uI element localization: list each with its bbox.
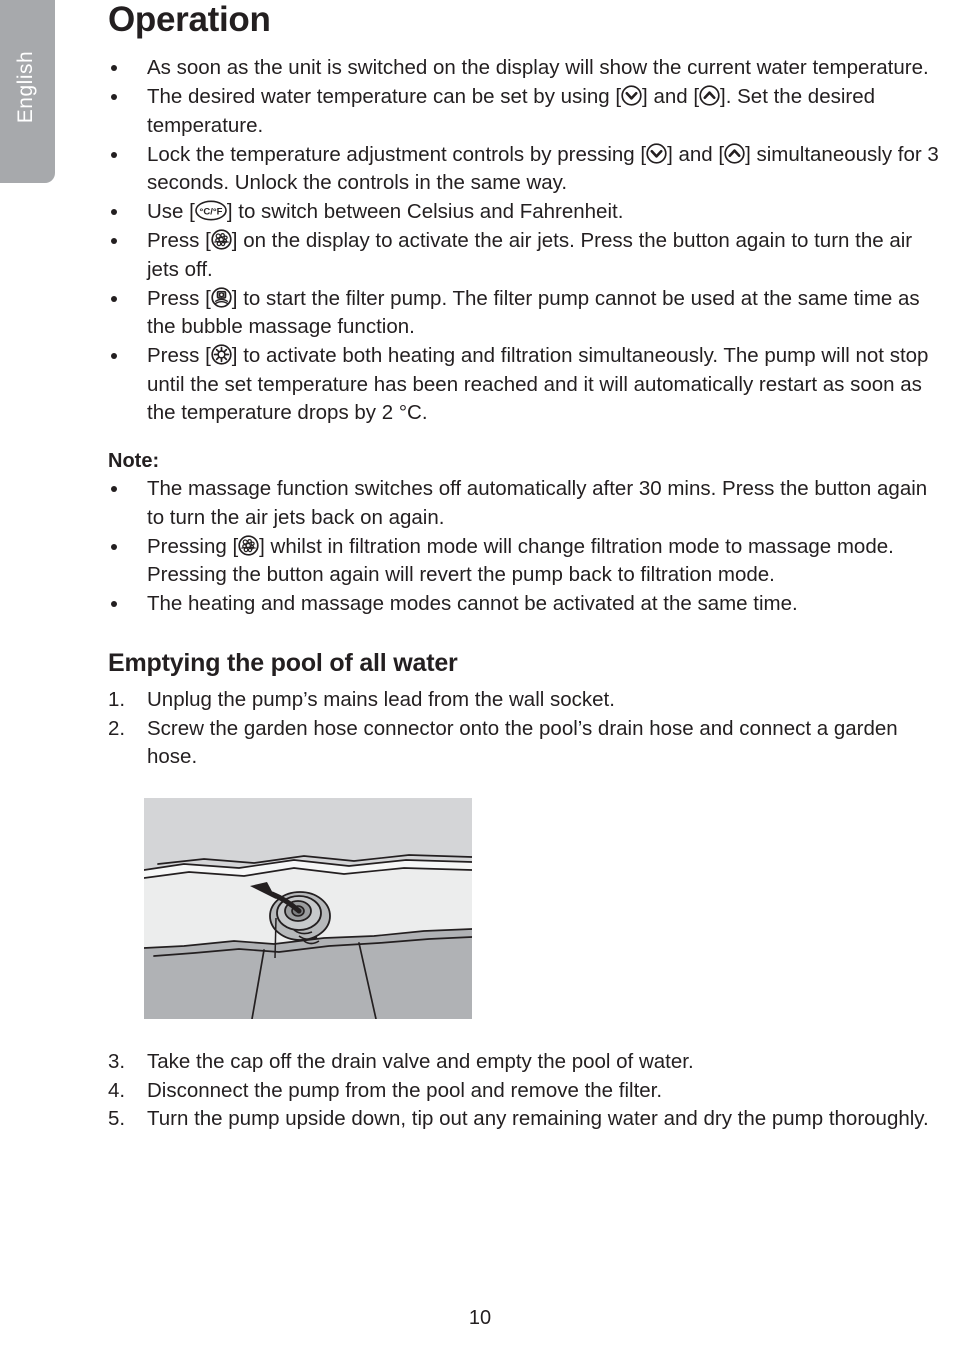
filter-pump-icon	[211, 286, 232, 308]
chevron-down-circle-icon	[621, 85, 642, 106]
emptying-section-title: Emptying the pool of all water	[108, 649, 458, 677]
operation-item-set-desired-temp: The desired water temperature can be set…	[108, 83, 948, 140]
bubble-massage-icon	[238, 534, 259, 556]
emptying-step: 4. Disconnect the pump from the pool and …	[108, 1077, 948, 1106]
step-text: Take the cap off the drain valve and emp…	[147, 1050, 694, 1073]
operation-item-heating-filtration: Press [] to activate both heating and fi…	[108, 342, 948, 428]
operation-item-filter-pump: Press [] to start the filter pump. The f…	[108, 285, 948, 342]
svg-text:°C/°F: °C/°F	[199, 206, 222, 217]
emptying-step: 5. Turn the pump upside down, tip out any…	[108, 1105, 948, 1134]
emptying-steps-after-image-wrapper: 3. Take the cap off the drain valve and e…	[108, 1048, 948, 1134]
page-title: Operation	[108, 0, 271, 39]
emptying-step: 1. Unplug the pump’s mains lead from the …	[108, 686, 948, 715]
step-number: 1.	[108, 688, 126, 711]
chevron-down-circle-icon	[646, 142, 667, 164]
note-item-heating-massage-exclusive: The heating and massage modes cannot be …	[108, 590, 948, 619]
step-number: 5.	[108, 1107, 126, 1130]
operation-bullet-list: As soon as the unit is switched on the d…	[108, 54, 948, 428]
operation-item-air-jets: Press [] on the display to activate the …	[108, 227, 948, 284]
heating-icon	[211, 344, 232, 365]
language-side-tab: English	[0, 0, 55, 183]
emptying-steps-before-image: 1. Unplug the pump’s mains lead from the …	[108, 686, 948, 772]
emptying-step: 3. Take the cap off the drain valve and e…	[108, 1048, 948, 1077]
drain-valve-drawing	[144, 798, 472, 1019]
step-number: 2.	[108, 716, 126, 740]
operation-item-lock-controls: Lock the temperature adjustment controls…	[108, 141, 948, 198]
chevron-up-circle-icon	[699, 85, 720, 106]
note-heading: Note:	[108, 450, 160, 472]
note-bullet-list: The massage function switches off automa…	[108, 475, 948, 619]
celsius-fahrenheit-icon: °C/°F	[195, 200, 227, 221]
chevron-up-circle-icon	[724, 142, 745, 164]
pool-drain-valve-illustration	[144, 798, 472, 1019]
bubble-massage-icon	[211, 229, 232, 250]
emptying-step: 2. Screw the garden hose connector onto t…	[108, 715, 948, 772]
step-text: Disconnect the pump from the pool and re…	[147, 1078, 663, 1102]
operation-item-display-shows-temp: As soon as the unit is switched on the d…	[108, 54, 948, 83]
step-number: 4.	[108, 1078, 126, 1102]
operation-item-celsius-fahrenheit: Use [°C/°F] to switch between Celsius an…	[108, 198, 948, 227]
note-item-massage-auto-off: The massage function switches off automa…	[108, 475, 948, 532]
language-tab-label: English	[13, 50, 37, 123]
page-content: Operation As soon as the unit is switche…	[108, 0, 948, 772]
step-number: 3.	[108, 1050, 126, 1073]
emptying-steps-after-image: 3. Take the cap off the drain valve and e…	[108, 1048, 948, 1134]
note-item-filtration-to-massage: Pressing [] whilst in filtration mode wi…	[108, 533, 948, 590]
page-number: 10	[468, 1307, 492, 1329]
step-text: Unplug the pump’s mains lead from the wa…	[147, 688, 615, 711]
step-text: Screw the garden hose connector onto the…	[147, 716, 898, 769]
step-text: Turn the pump upside down, tip out any r…	[147, 1107, 929, 1130]
